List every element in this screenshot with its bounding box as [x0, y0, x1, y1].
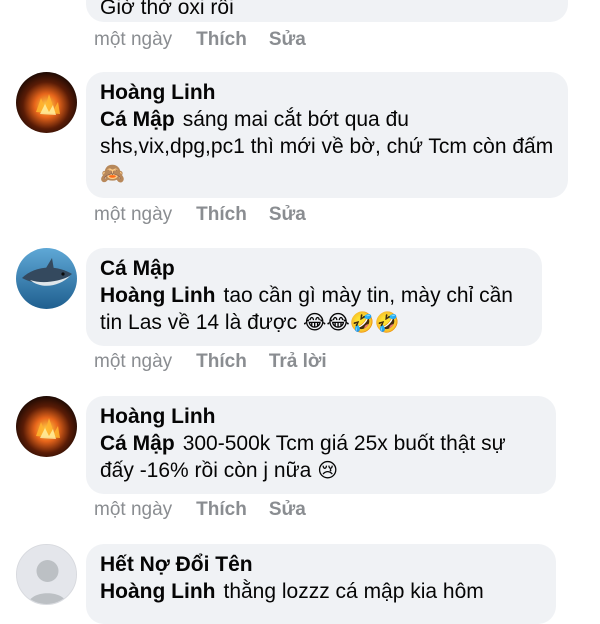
comment-text: Giờ thở oxi rồi: [100, 0, 234, 19]
crying-face-emoji-icon: 😢: [317, 458, 339, 482]
laughing-emoji-icon: 😂😂🤣🤣: [302, 310, 400, 334]
fire-avatar-icon[interactable]: [16, 396, 77, 457]
comment-author[interactable]: Hoàng Linh: [100, 80, 554, 106]
edit-button[interactable]: Sửa: [269, 498, 306, 522]
like-button[interactable]: Thích: [196, 28, 247, 52]
comment-bubble: Hoàng Linh Cá Mập 300-500k Tcm giá 25x bu…: [86, 396, 556, 494]
comment-time[interactable]: một ngày: [94, 350, 172, 374]
comment-body: Hoàng Linh tao cần gì mày tin, mày chỉ cầ…: [100, 282, 528, 336]
reply-button[interactable]: Trả lời: [269, 350, 327, 374]
comment-author[interactable]: Hoàng Linh: [100, 404, 542, 430]
default-user-avatar-icon[interactable]: [16, 544, 77, 605]
comment-actions: một ngày Thích Sửa: [94, 498, 328, 522]
comment-author[interactable]: Cá Mập: [100, 256, 528, 282]
like-button[interactable]: Thích: [196, 203, 247, 227]
comment-body: Cá Mập 300-500k Tcm giá 25x buốt thật sự …: [100, 430, 542, 484]
comment-actions: một ngày Thích Sửa: [94, 203, 328, 227]
comment-time[interactable]: một ngày: [94, 498, 172, 522]
comment-bubble: Cá Mập Hoàng Linh tao cần gì mày tin, mày…: [86, 248, 542, 346]
comment-thread: Giờ thở oxi rồi một ngày Thích Sửa Hoàng…: [0, 0, 600, 624]
comment-time[interactable]: một ngày: [94, 28, 172, 52]
comment-actions: một ngày Thích Trả lời: [94, 350, 349, 374]
comment-time[interactable]: một ngày: [94, 203, 172, 227]
comment-actions: một ngày Thích Sửa: [94, 28, 328, 52]
see-no-evil-monkey-emoji-icon: 🙈: [100, 161, 125, 185]
mention-tag[interactable]: Cá Mập: [100, 108, 175, 131]
comment-author[interactable]: Hết Nợ Đổi Tên: [100, 552, 542, 578]
comment-body: Hoàng Linh thằng lozzz cá mập kia hôm: [100, 578, 542, 605]
like-button[interactable]: Thích: [196, 498, 247, 522]
edit-button[interactable]: Sửa: [269, 203, 306, 227]
comment-bubble: Hoàng Linh Cá Mập sáng mai cắt bớt qua đu…: [86, 72, 568, 198]
shark-avatar-icon[interactable]: [16, 248, 77, 309]
comment-bubble: Hết Nợ Đổi Tên Hoàng Linh thằng lozzz cá …: [86, 544, 556, 624]
edit-button[interactable]: Sửa: [269, 28, 306, 52]
comment-body: Cá Mập sáng mai cắt bớt qua đu shs,vix,dp…: [100, 106, 554, 187]
comment-bubble: Giờ thở oxi rồi: [86, 0, 568, 22]
fire-avatar-icon[interactable]: [16, 72, 77, 133]
like-button[interactable]: Thích: [196, 350, 247, 374]
mention-tag[interactable]: Cá Mập: [100, 432, 175, 455]
mention-tag[interactable]: Hoàng Linh: [100, 284, 215, 307]
